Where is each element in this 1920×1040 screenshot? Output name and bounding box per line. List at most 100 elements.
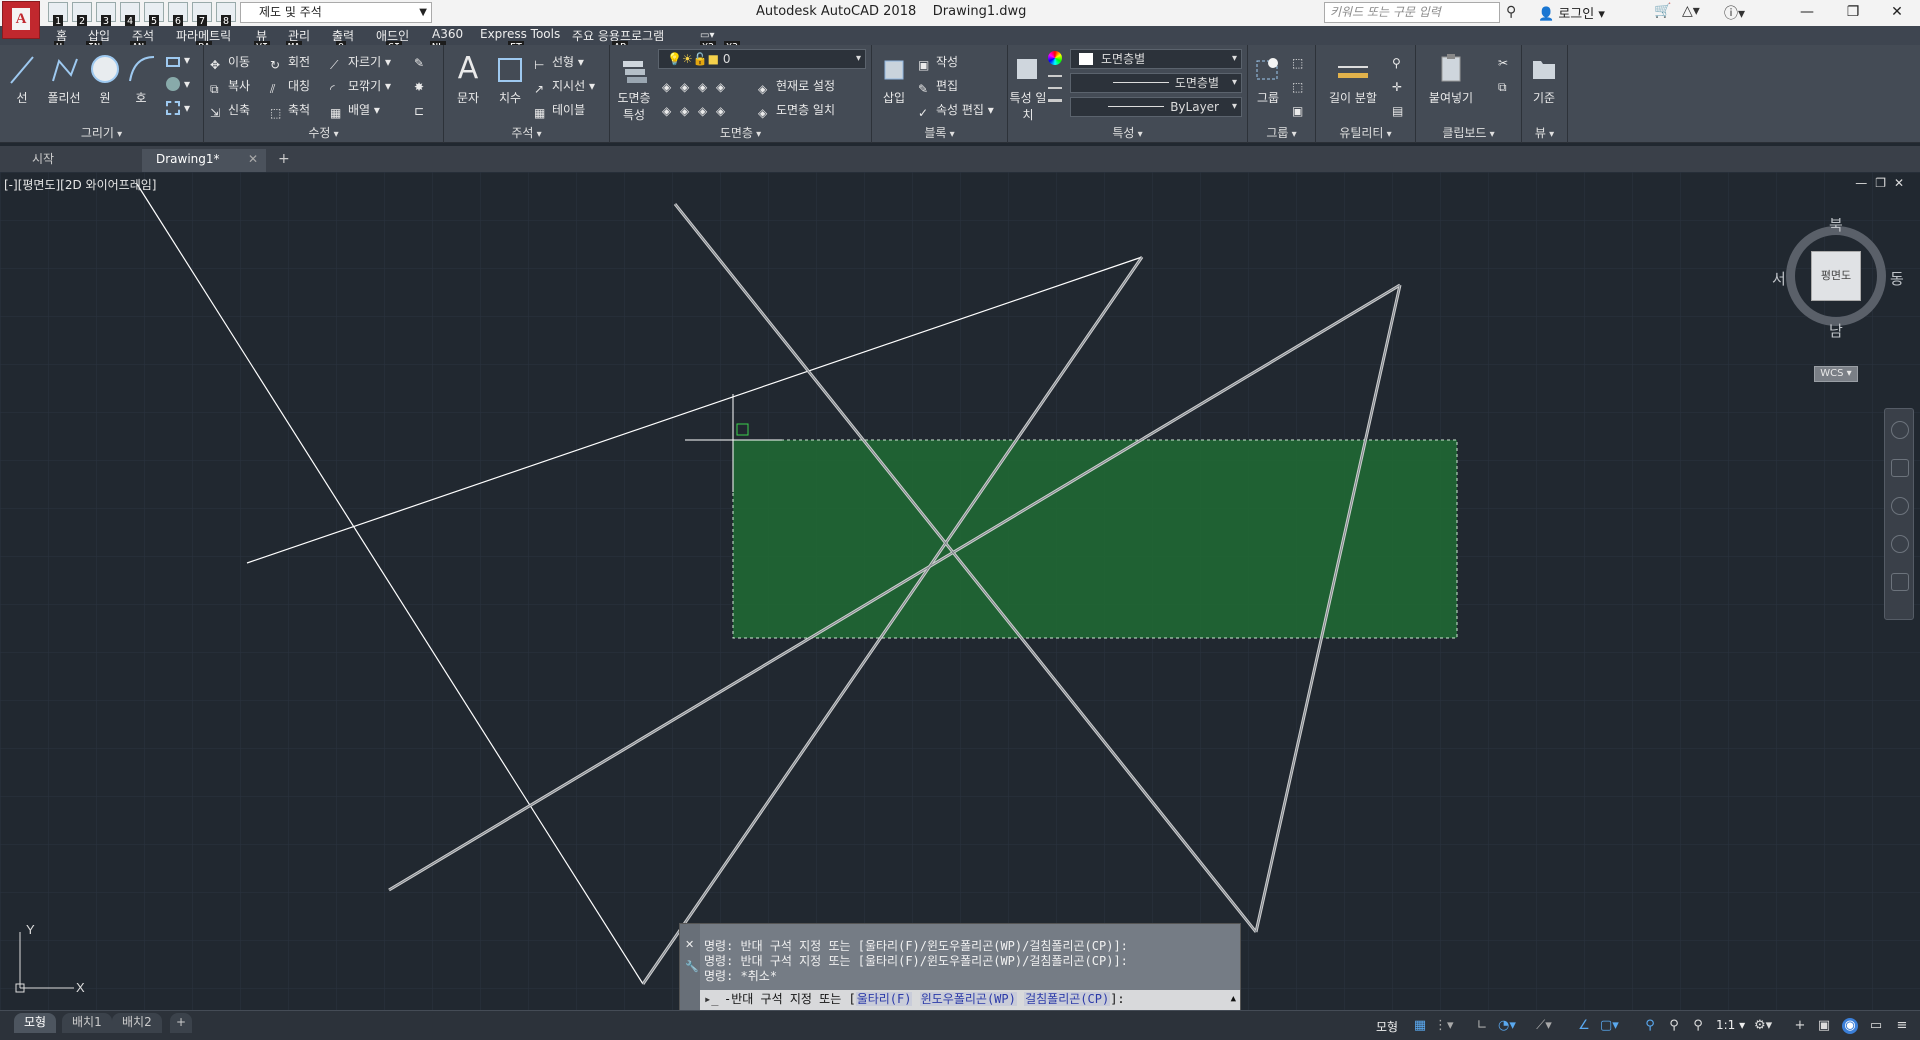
annotation-scale-icon[interactable]: ⚲ bbox=[1642, 1018, 1658, 1034]
snap-icon[interactable]: ⋮▾ bbox=[1434, 1018, 1454, 1034]
option-cpolygon[interactable]: 걸침폴리곤(CP) bbox=[1024, 992, 1111, 1006]
tab-express-tools[interactable]: Express ToolsET bbox=[480, 27, 560, 54]
binoculars-icon[interactable]: ⚲ bbox=[1506, 4, 1516, 20]
open-file-button[interactable]: 2 bbox=[72, 2, 92, 28]
showmotion-icon[interactable] bbox=[1891, 573, 1909, 591]
viewport-controls-label[interactable]: [-][평면도][2D 와이어프레임] bbox=[4, 176, 156, 193]
wcs-menu[interactable]: WCS ▾ bbox=[1814, 366, 1858, 382]
layer-tools-row1[interactable]: ◈ ◈ ◈ ◈ bbox=[662, 77, 734, 94]
panel-title-annotation[interactable]: 주석 bbox=[444, 124, 609, 141]
a360-icon[interactable]: △▾ bbox=[1682, 3, 1700, 19]
linetype-dropdown[interactable]: 도면층별 bbox=[1070, 73, 1242, 93]
leader-button[interactable]: ↗ 지시선 ▾ bbox=[534, 77, 595, 96]
command-input[interactable]: ▸_ -반대 구석 지정 또는 [울타리(F) 윈도우폴리곤(WP) 걸침폴리곤… bbox=[700, 990, 1240, 1010]
line-button[interactable]: 선 bbox=[4, 51, 40, 106]
tab-featured-apps[interactable]: 주요 응용프로그램AP bbox=[572, 27, 664, 54]
layer-match-button[interactable]: ◈ 도면층 일치 bbox=[758, 101, 835, 120]
model-space-toggle[interactable]: 모형 bbox=[1376, 1018, 1398, 1035]
make-current-button[interactable]: ◈ 현재로 설정 bbox=[758, 77, 835, 96]
rotate-button[interactable]: ↻ 회전 bbox=[270, 53, 310, 72]
search-input[interactable]: 키워드 또는 구문 입력 bbox=[1324, 2, 1500, 23]
drawing-canvas[interactable] bbox=[0, 172, 1920, 1010]
option-wpolygon[interactable]: 윈도우폴리곤(WP) bbox=[919, 992, 1017, 1006]
attribute-edit-button[interactable]: ✓ 속성 편집 ▾ bbox=[918, 101, 994, 120]
layout-tab-model[interactable]: 모형 bbox=[14, 1013, 57, 1033]
panel-title-view[interactable]: 뷰 bbox=[1522, 124, 1567, 141]
compass-west[interactable]: 서 bbox=[1772, 268, 1786, 289]
help-icon[interactable]: ⓘ▾ bbox=[1724, 3, 1745, 23]
app-menu-button[interactable]: A bbox=[2, 1, 40, 39]
redo-button[interactable]: 7 bbox=[192, 2, 212, 28]
erase-button[interactable]: ✎ bbox=[414, 53, 432, 70]
cart-icon[interactable]: 🛒 bbox=[1654, 3, 1671, 19]
layout-tab-1[interactable]: 배치1 bbox=[62, 1013, 112, 1033]
panel-title-block[interactable]: 블록 bbox=[872, 124, 1007, 141]
copy-button[interactable]: ⧉ 복사 bbox=[210, 77, 250, 96]
boundary-button[interactable]: ▾ bbox=[166, 101, 190, 115]
close-icon[interactable]: ✕ bbox=[685, 938, 694, 951]
trim-button[interactable]: ⟋ 자르기 ▾ bbox=[330, 53, 391, 72]
scale-dropdown[interactable]: 1:1 ▾ bbox=[1716, 1018, 1745, 1032]
ungroup-button[interactable]: ⬚ bbox=[1292, 53, 1310, 70]
option-fence[interactable]: 울타리(F) bbox=[855, 992, 913, 1006]
panel-title-utilities[interactable]: 유틸리티 bbox=[1316, 124, 1415, 141]
measure-button[interactable]: 길이 분할 bbox=[1320, 51, 1386, 106]
panel-title-modify[interactable]: 수정 bbox=[204, 124, 443, 141]
arc-button[interactable]: 호 bbox=[124, 51, 158, 106]
layer-tools-row2[interactable]: ◈ ◈ ◈ ◈ bbox=[662, 101, 734, 118]
clean-screen-icon[interactable]: ▭ bbox=[1868, 1018, 1884, 1034]
hatch-button[interactable]: ▾ bbox=[166, 77, 190, 91]
circle-button[interactable]: 원 bbox=[88, 51, 122, 106]
copy-clip-button[interactable]: ⧉ bbox=[1498, 77, 1516, 94]
linear-dim-button[interactable]: ⊢ 선형 ▾ bbox=[534, 53, 584, 72]
isolate-objects-icon[interactable]: ▣ bbox=[1816, 1018, 1832, 1034]
compass-south[interactable]: 남 bbox=[1829, 320, 1843, 341]
wrench-icon[interactable]: 🔧 bbox=[685, 960, 699, 973]
undo-button[interactable]: 6 bbox=[168, 2, 188, 28]
tab-home[interactable]: 홈H bbox=[54, 27, 67, 54]
create-block-button[interactable]: ▣ 작성 bbox=[918, 53, 958, 72]
object-snap-icon[interactable]: ▢▾ bbox=[1600, 1018, 1619, 1034]
compass-north[interactable]: 북 bbox=[1829, 214, 1843, 235]
customization-icon[interactable]: ≡ bbox=[1894, 1018, 1910, 1034]
scale-button[interactable]: ⬚ 축척 bbox=[270, 101, 310, 120]
save-button[interactable]: 3 bbox=[96, 2, 116, 28]
color-dropdown[interactable]: 도면층별 bbox=[1070, 49, 1242, 69]
panel-title-layers[interactable]: 도면층 bbox=[610, 124, 871, 141]
match-properties-button[interactable]: 특성 일치 bbox=[1008, 51, 1048, 123]
minimize-button[interactable]: — bbox=[1784, 0, 1830, 26]
new-layout-button[interactable]: + bbox=[170, 1013, 193, 1033]
new-tab-button[interactable]: + bbox=[272, 149, 298, 172]
auto-scale-icon[interactable]: ⚲ bbox=[1690, 1018, 1706, 1034]
stretch-button[interactable]: ⇲ 신축 bbox=[210, 101, 250, 120]
plot-button[interactable]: 5 bbox=[144, 2, 164, 28]
base-view-button[interactable]: 기준 bbox=[1524, 51, 1564, 106]
grid-icon[interactable]: ▦ bbox=[1412, 1018, 1428, 1034]
file-tab-drawing1[interactable]: Drawing1* ✕ bbox=[142, 149, 266, 172]
ortho-icon[interactable]: ∟ bbox=[1474, 1018, 1490, 1034]
panel-title-clipboard[interactable]: 클립보드 bbox=[1416, 124, 1521, 141]
cut-button[interactable]: ✂ bbox=[1498, 53, 1516, 70]
plus-icon[interactable]: + bbox=[1792, 1018, 1808, 1034]
steering-wheel-icon[interactable] bbox=[1891, 421, 1909, 439]
save-as-button[interactable]: 4 bbox=[120, 2, 140, 28]
object-snap-tracking-icon[interactable]: ∠ bbox=[1576, 1018, 1592, 1034]
polar-icon[interactable]: ◔▾ bbox=[1498, 1018, 1516, 1034]
panel-title-properties[interactable]: 특성 bbox=[1008, 124, 1247, 141]
mirror-button[interactable]: ⫽ 대칭 bbox=[270, 77, 310, 96]
layout-tab-2[interactable]: 배치2 bbox=[112, 1013, 162, 1033]
share-button[interactable]: 8 bbox=[216, 2, 236, 28]
tab-manage[interactable]: 관리MA bbox=[286, 27, 310, 54]
file-tab-start[interactable]: 시작 bbox=[18, 149, 140, 172]
dimension-button[interactable]: 치수 bbox=[490, 51, 530, 106]
tab-annotate[interactable]: 주석AN bbox=[130, 27, 154, 54]
panel-title-draw[interactable]: 그리기 bbox=[0, 124, 203, 141]
offset-button[interactable]: ⊏ bbox=[414, 101, 432, 118]
paste-button[interactable]: 붙여넣기 bbox=[1418, 51, 1484, 106]
calculator-button[interactable]: ▤ bbox=[1392, 101, 1410, 118]
layer-properties-button[interactable]: 도면층 특성 bbox=[612, 51, 656, 123]
quick-select-button[interactable]: ⚲ bbox=[1392, 53, 1410, 70]
insert-block-button[interactable]: 삽입 bbox=[874, 51, 914, 106]
viewcube-face-top[interactable]: 평면도 bbox=[1811, 251, 1861, 301]
workspace-dropdown[interactable]: 제도 및 주석 ▼ bbox=[240, 2, 432, 23]
